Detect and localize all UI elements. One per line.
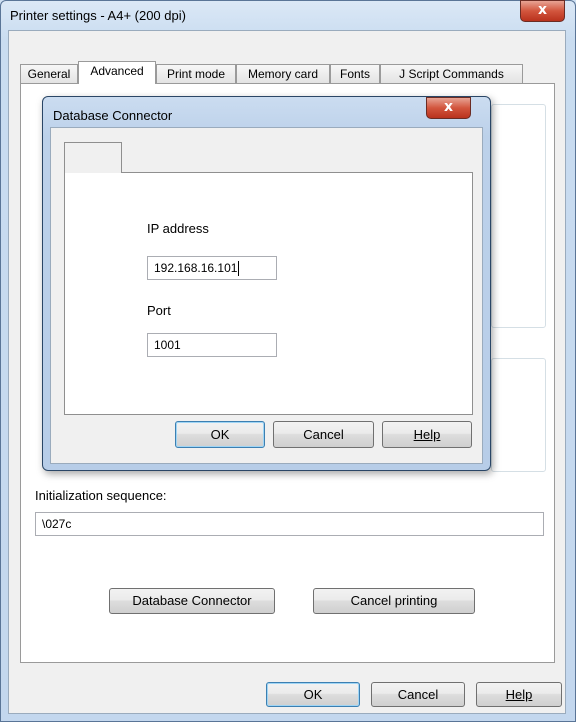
dialog-cancel-button[interactable]: Cancel (273, 421, 374, 448)
tab-memory-card[interactable]: Memory card (236, 64, 330, 83)
tab-label: General (27, 67, 71, 81)
port-label: Port (147, 303, 171, 318)
dialog-help-button[interactable]: Help (382, 421, 472, 448)
dialog-close-button[interactable]: x (426, 97, 471, 119)
help-label: Help (505, 687, 533, 702)
ok-button[interactable]: OK (266, 682, 360, 707)
group-box-upper (491, 104, 546, 328)
tab-label: Print mode (166, 67, 226, 81)
dialog-ok-button[interactable]: OK (175, 421, 265, 448)
ip-address-label: IP address (147, 221, 209, 236)
cancel-printing-button[interactable]: Cancel printing (313, 588, 475, 614)
tab-general[interactable]: General (20, 64, 78, 83)
database-connector-dialog: Database Connector x IP address 192.168.… (42, 96, 491, 471)
init-sequence-input[interactable]: \027c (35, 512, 544, 536)
dialog-tab-panel: IP address 192.168.16.101 Port 1001 (64, 172, 473, 415)
tab-print-mode[interactable]: Print mode (156, 64, 236, 83)
init-sequence-label: Initialization sequence: (35, 488, 167, 503)
tab-label: Fonts (339, 67, 370, 81)
close-icon: x (443, 99, 454, 115)
tab-label: J Script Commands (399, 67, 504, 81)
help-button[interactable]: Help (476, 682, 562, 707)
dialog-client-area: IP address 192.168.16.101 Port 1001 OK C… (50, 127, 483, 464)
text-caret (238, 261, 240, 277)
port-input[interactable]: 1001 (147, 333, 277, 357)
database-connector-button[interactable]: Database Connector (109, 588, 275, 614)
close-icon: x (537, 2, 548, 18)
window-title: Printer settings - A4+ (200 dpi) (10, 8, 186, 23)
ip-address-value: 192.168.16.101 (154, 261, 238, 275)
group-box-lower (491, 358, 546, 472)
window-close-button[interactable]: x (520, 0, 565, 22)
tab-fonts[interactable]: Fonts (330, 64, 380, 83)
dialog-tab[interactable] (64, 142, 122, 173)
tab-j-script-commands[interactable]: J Script Commands (380, 64, 523, 83)
tab-label: Advanced (90, 64, 144, 78)
cancel-button[interactable]: Cancel (371, 682, 465, 707)
dialog-title: Database Connector (53, 108, 173, 123)
ip-address-input[interactable]: 192.168.16.101 (147, 256, 277, 280)
tab-label: Memory card (247, 67, 318, 81)
tab-advanced[interactable]: Advanced (78, 61, 156, 84)
dialog-help-label: Help (413, 427, 441, 442)
